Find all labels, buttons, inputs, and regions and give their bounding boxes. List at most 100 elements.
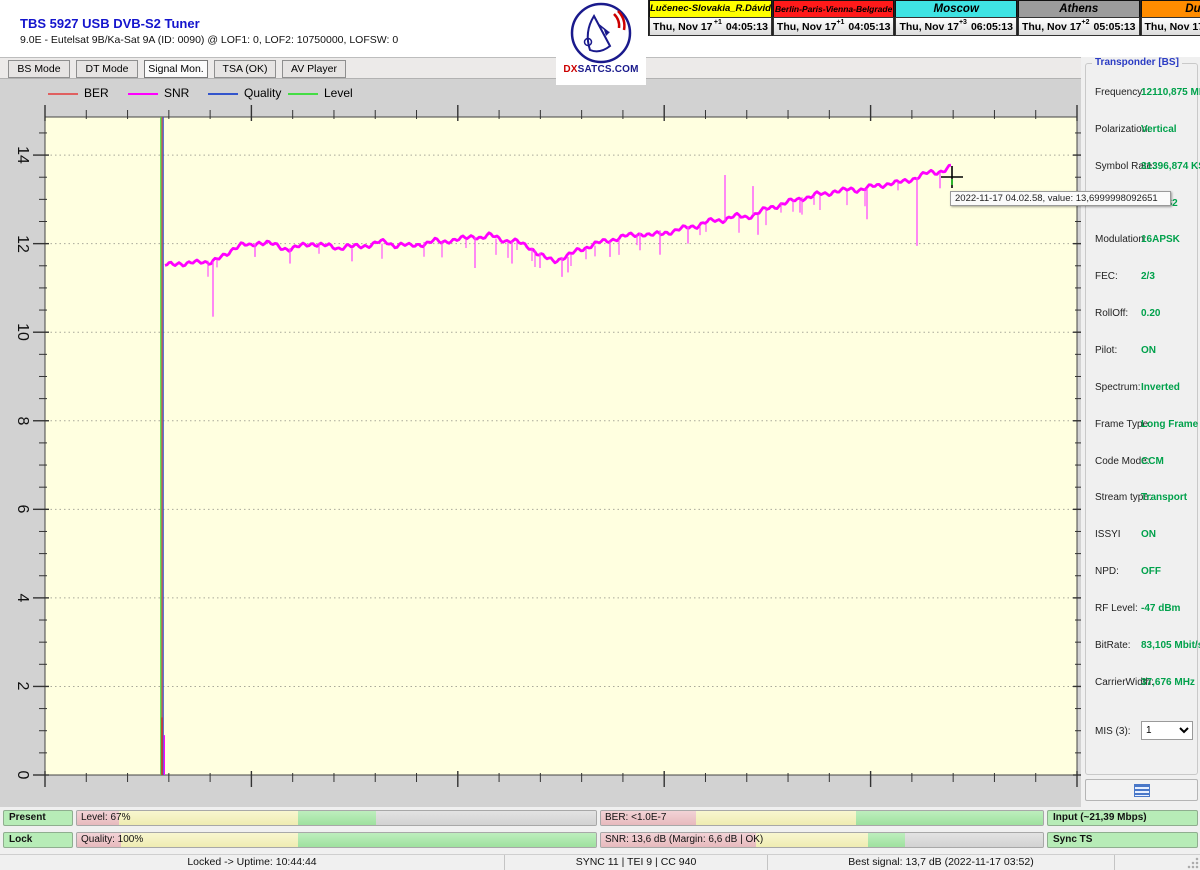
clock-athens: Athens Thu, Nov 17+205:05:13 [1017,0,1140,36]
dxsatcs-logo: DXSATCS.COM [556,0,646,85]
list-icon [1134,784,1150,797]
signal-bar: BER: <1.0E-7 [600,810,1044,826]
status-pill: Lock [3,832,73,848]
tab-signal-mon[interactable]: Signal Mon. [144,60,208,78]
status-pill: Sync TS [1047,832,1198,848]
y-tick-label: 8 [13,416,31,425]
transponder-label: Pilot: [1095,345,1117,356]
transponder-value: ON [1141,345,1156,356]
mis-select[interactable]: 1 [1141,721,1193,740]
transponder-value: 31396,874 KS/s [1141,161,1200,172]
clock-name: Berlin-Paris-Vienna-Belgrade [773,0,895,17]
transponder-value: CCM [1141,456,1164,467]
groupbox-title: Transponder [BS] [1092,57,1182,68]
status-uptime: Locked -> Uptime: 10:44:44 [0,855,505,870]
transponder-value: Long Frame [1141,419,1198,430]
clock-name: Dubai [1141,0,1200,17]
bar-segment-yellow [696,811,856,825]
transponder-value: 83,105 Mbit/s [1141,640,1200,651]
clock-time: Thu, Nov 17+306:05:13 [895,17,1017,36]
bar-label: Quality: 100% [81,834,143,845]
bar-segment-yellow [119,811,298,825]
tab-dt-mode[interactable]: DT Mode [76,60,138,78]
transponder-value: Inverted [1141,382,1180,393]
y-tick-label: 0 [13,771,31,780]
logo-text: DXSATCS.COM [556,64,646,75]
transponder-row: BitRate: 83,105 Mbit/s [1086,640,1199,654]
resize-grip[interactable] [1187,857,1199,869]
transponder-row: ISSYION [1086,529,1199,543]
tab-av-player[interactable]: AV Player [282,60,346,78]
transponder-row: Stream type:Transport [1086,492,1199,506]
bar-label: SNR: 13,6 dB (Margin: 6,6 dB | OK) [605,834,763,845]
transponder-label: RollOff: [1095,308,1128,319]
transponder-value: 2/3 [1141,271,1155,282]
clock-name: Lučenec-Slovakia_R.Dávid [649,0,772,17]
transponder-row: Modulation:16APSK [1086,234,1199,248]
tab-tsa[interactable]: TSA (OK) [214,60,276,78]
stream-list-button[interactable] [1085,779,1198,801]
status-pill: Present [3,810,73,826]
transponder-label: BitRate: [1095,640,1131,651]
clock-time: Thu, Nov 17+104:05:13 [649,17,772,36]
app-window: TBS 5927 USB DVB-S2 Tuner 9.0E - Eutelsa… [0,0,1200,870]
app-title: TBS 5927 USB DVB-S2 Tuner [20,16,200,31]
status-bar: Locked -> Uptime: 10:44:44 SYNC 11 | TEI… [0,854,1200,870]
transponder-value: -47 dBm [1141,603,1180,614]
transponder-row: CarrierWidth:37,676 MHz [1086,677,1199,691]
transponder-label: Frequency: [1095,87,1145,98]
y-tick-label: 12 [13,235,31,253]
signal-bar: Quality: 100% [76,832,597,848]
status-pill: Input (~21,39 Mbps) [1047,810,1198,826]
clock-berlin: Berlin-Paris-Vienna-Belgrade Thu, Nov 17… [772,0,895,36]
clock-name: Athens [1018,0,1140,17]
bar-label: Level: 67% [81,812,130,823]
transponder-value: Vertical [1141,124,1177,135]
transponder-value: OFF [1141,566,1161,577]
transponder-row: RF Level:-47 dBm [1086,603,1199,617]
transponder-value: 0.20 [1141,308,1160,319]
transponder-value: Transport [1141,492,1187,503]
mis-label: MIS (3): [1095,726,1131,737]
bar-segment-green [298,833,596,847]
clock-name: Moscow [895,0,1017,17]
transponder-label: Spectrum: [1095,382,1141,393]
signal-bar: Level: 67% [76,810,597,826]
y-tick-label: 4 [13,593,31,602]
y-tick-label: 2 [13,682,31,691]
bar-segment-green [298,811,376,825]
chart-plot[interactable] [0,79,1081,807]
chart-tooltip: 2022-11-17 04.02.58, value: 13,699999809… [950,191,1171,206]
transponder-row: RollOff: 0.20 [1086,308,1199,322]
transponder-label: RF Level: [1095,603,1138,614]
transponder-panel: Transponder [BS] Frequency:12110,875 MHz… [1081,57,1200,807]
bar-segment-green [868,833,905,847]
transponder-row: Polarization:Vertical [1086,124,1199,138]
transponder-value: 37,676 MHz [1141,677,1195,688]
transponder-row: Spectrum:Inverted [1086,382,1199,396]
transponder-row: Symbol Rate:31396,874 KS/s [1086,161,1199,175]
bar-segment-yellow [756,833,868,847]
satellite-dish-icon [570,2,632,64]
bar-segment-green [856,811,1043,825]
bar-segment-yellow [121,833,298,847]
tuner-settings-text: 9.0E - Eutelsat 9B/Ka-Sat 9A (ID: 0090) … [20,34,398,46]
transponder-label: Modulation: [1095,234,1147,245]
transponder-label: FEC: [1095,271,1118,282]
clock-time: Thu, Nov 17+104:05:13 [773,17,895,36]
clock-time: Thu, Nov 17+407:05:13 [1141,17,1200,36]
transponder-row: Pilot: ON [1086,345,1199,359]
clock-lucenec: Lučenec-Slovakia_R.Dávid Thu, Nov 17+104… [648,0,772,36]
transponder-value: 12110,875 MHz [1141,87,1200,98]
tab-bs-mode[interactable]: BS Mode [8,60,70,78]
status-best-signal: Best signal: 13,7 dB (2022-11-17 03:52) [768,855,1115,870]
transponder-row: Frequency:12110,875 MHz [1086,87,1199,101]
clock-moscow: Moscow Thu, Nov 17+306:05:13 [894,0,1017,36]
status-sync-counts: SYNC 11 | TEI 9 | CC 940 [505,855,768,870]
transponder-row: FEC: 2/3 [1086,271,1199,285]
signal-chart[interactable]: BER SNR Quality Level 02468101214 [0,79,1081,807]
y-tick-label: 6 [13,505,31,514]
y-tick-label: 10 [13,323,31,341]
transponder-row: Frame Type:Long Frame [1086,419,1199,433]
transponder-value: 16APSK [1141,234,1180,245]
